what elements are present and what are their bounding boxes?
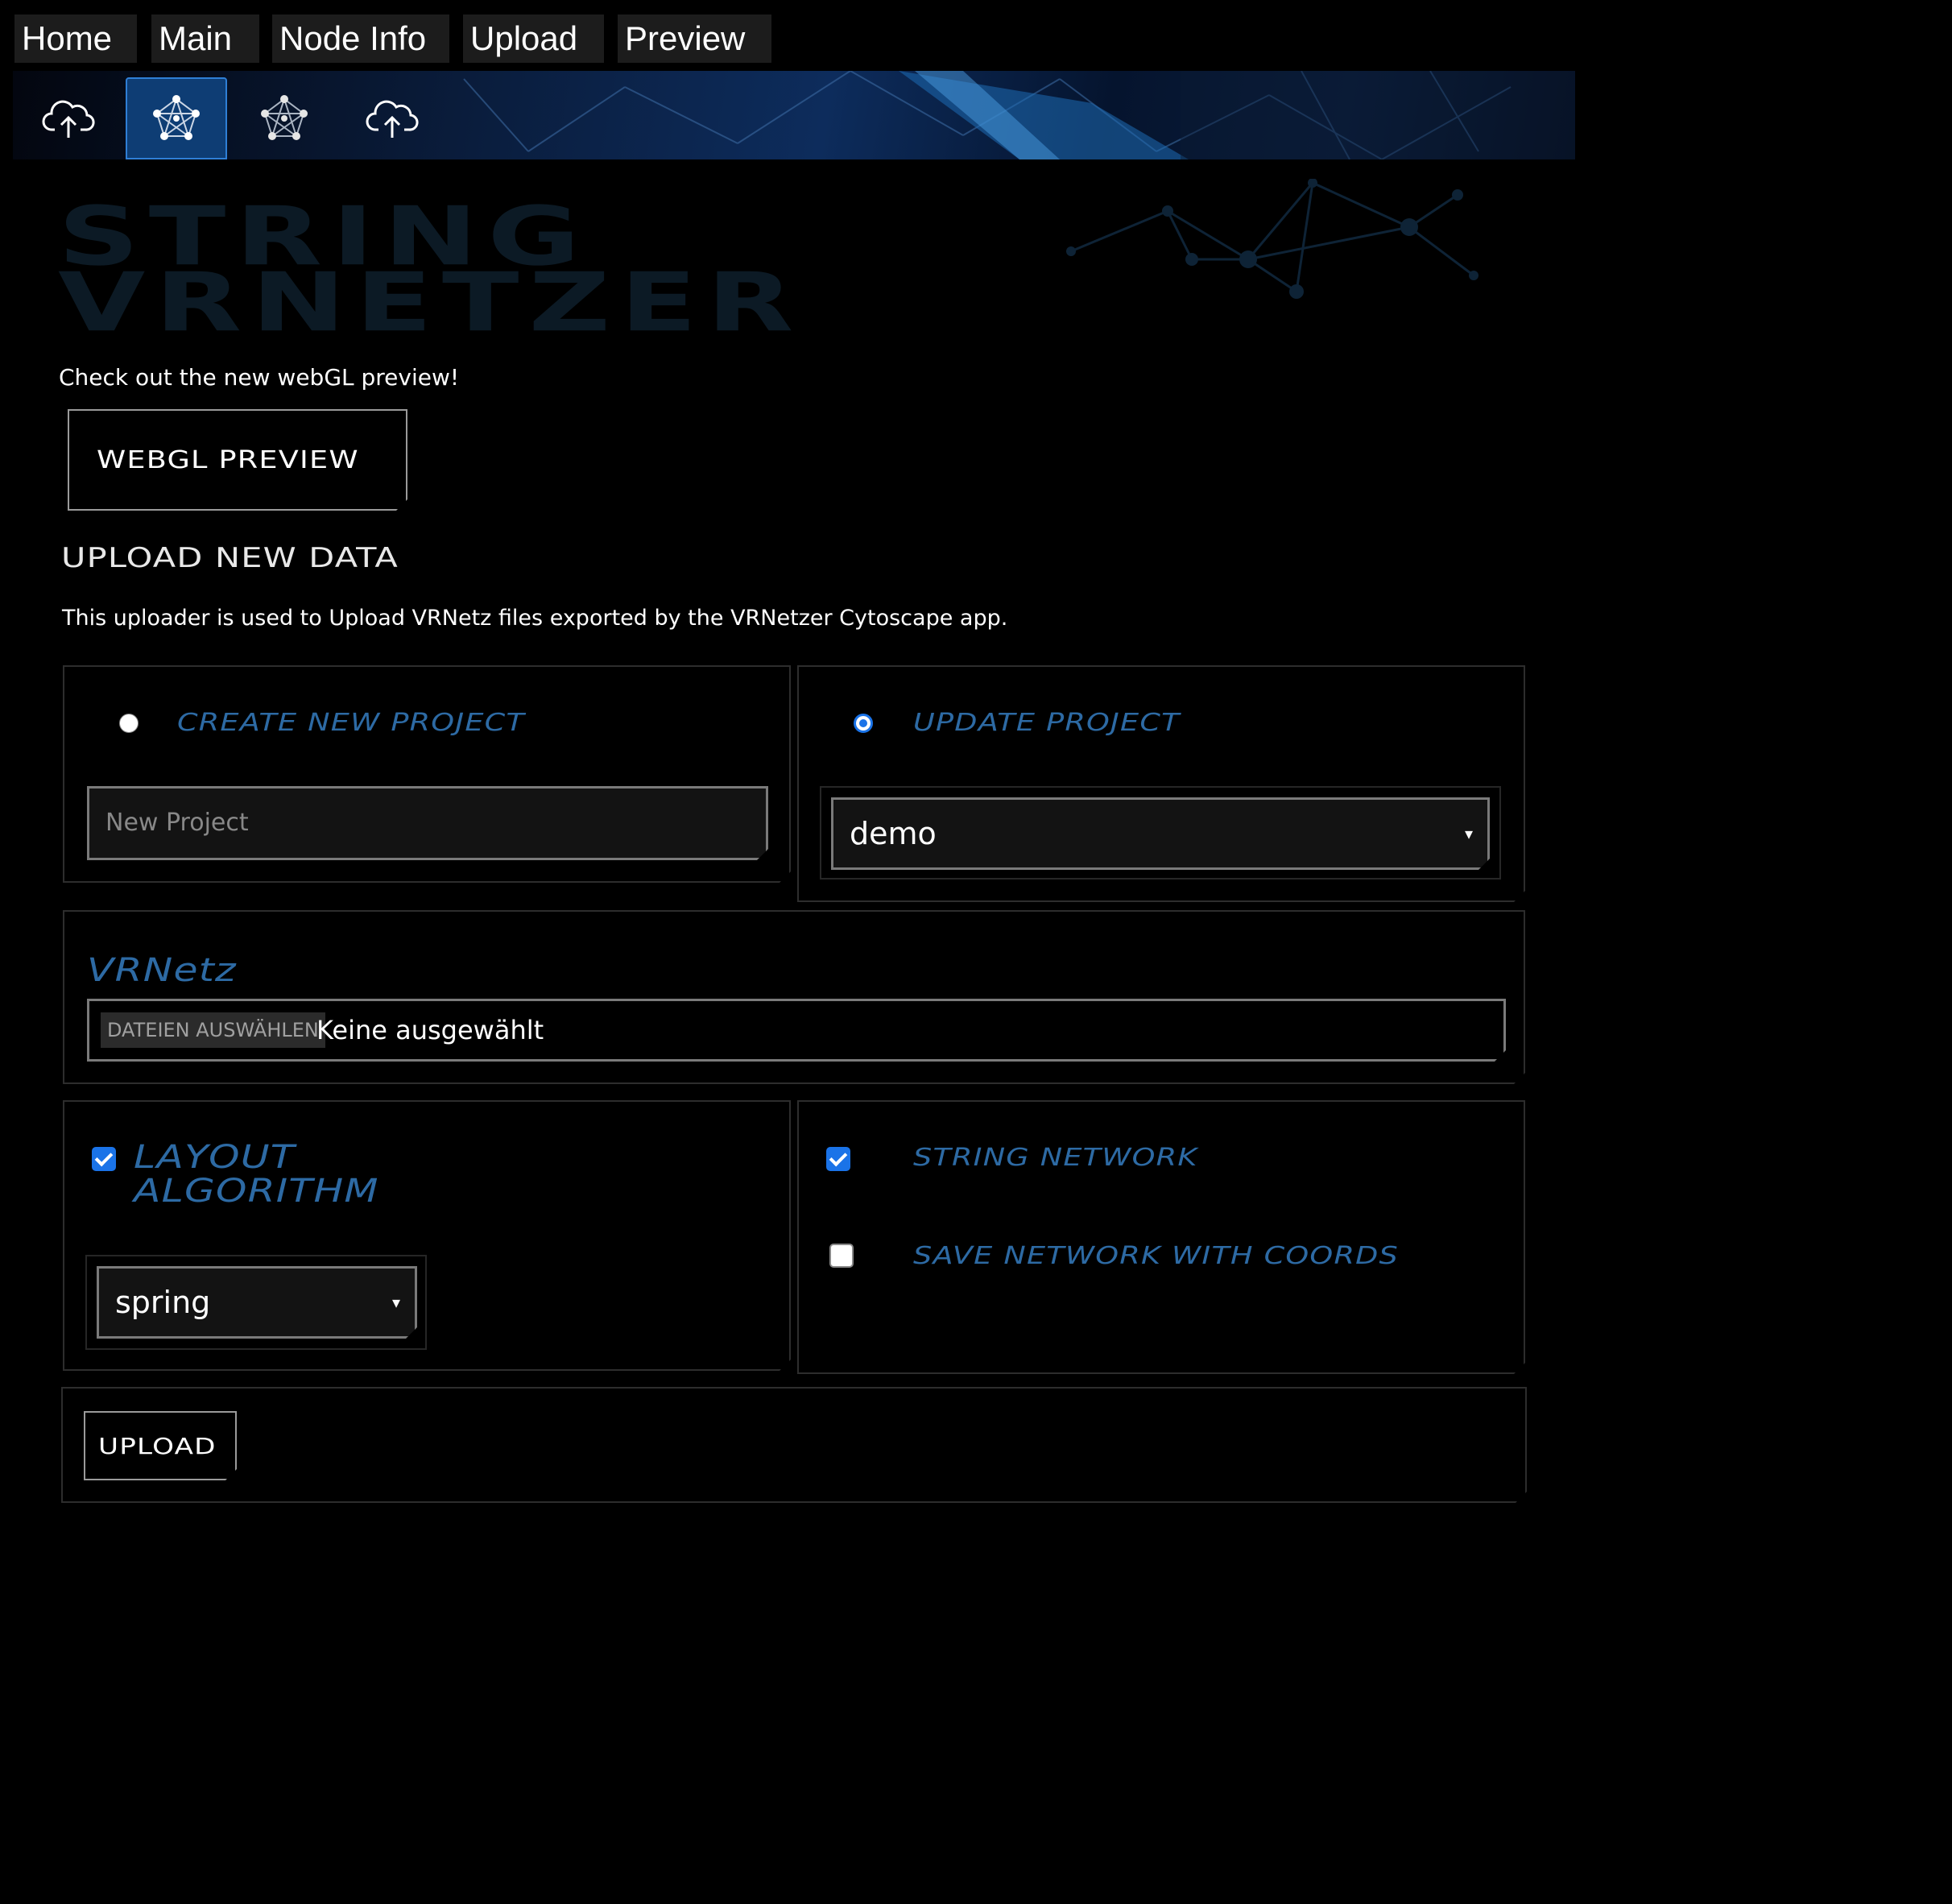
update-project-panel: UPDATE PROJECT demo ▾ <box>797 665 1525 902</box>
page-title-line2: VRNETZER <box>58 255 804 350</box>
upload-description: This uploader is used to Upload VRNetz f… <box>62 606 1008 631</box>
string-network-checkbox[interactable] <box>826 1147 850 1171</box>
upload-heading: UPLOAD NEW DATA <box>61 542 399 574</box>
vrnetz-file-input[interactable]: DATEIEN AUSWÄHLEN Keine ausgewählt <box>87 999 1506 1062</box>
layout-algorithm-label: LAYOUT ALGORITHM <box>134 1139 379 1210</box>
upload-button[interactable]: UPLOAD <box>84 1411 237 1480</box>
nav-tab-preview[interactable]: Preview <box>618 14 771 63</box>
vrnetz-panel: VRNetz DATEIEN AUSWÄHLEN Keine ausgewähl… <box>63 910 1525 1084</box>
nav-tab-node-info[interactable]: Node Info <box>272 14 449 63</box>
update-project-label: UPDATE PROJECT <box>913 709 1181 737</box>
network-icon <box>153 95 200 140</box>
cloud-upload-icon <box>366 100 419 138</box>
file-status: Keine ausgewählt <box>316 1015 544 1045</box>
update-project-radio[interactable] <box>854 714 873 733</box>
network-button[interactable] <box>126 77 227 159</box>
icon-toolbar <box>13 71 1575 159</box>
layout-algorithm-checkbox[interactable] <box>92 1147 116 1171</box>
network-options-panel: STRING NETWORK SAVE NETWORK WITH COORDS <box>797 1100 1525 1374</box>
cloud-upload-button[interactable] <box>18 77 119 159</box>
save-coords-checkbox[interactable] <box>829 1244 854 1268</box>
save-coords-label: SAVE NETWORK WITH COORDS <box>913 1242 1399 1270</box>
chevron-down-icon: ▾ <box>391 1293 400 1312</box>
nav-tab-home[interactable]: Home <box>14 14 137 63</box>
cloud-upload-button[interactable] <box>341 77 443 159</box>
new-project-input[interactable]: New Project <box>87 786 768 860</box>
project-select[interactable]: demo ▾ <box>831 797 1490 870</box>
string-network-label: STRING NETWORK <box>913 1144 1198 1172</box>
vrnetz-label: VRNetz <box>87 952 237 989</box>
create-project-label: CREATE NEW PROJECT <box>177 709 526 737</box>
create-project-panel: CREATE NEW PROJECT New Project <box>63 665 791 883</box>
cloud-upload-icon <box>42 100 95 138</box>
nav-tab-upload[interactable]: Upload <box>463 14 604 63</box>
project-select-value: demo <box>850 816 937 851</box>
submit-panel: UPLOAD <box>61 1387 1527 1503</box>
network-button[interactable] <box>234 77 335 159</box>
upload-button-label: UPLOAD <box>98 1432 217 1459</box>
nav-tab-main[interactable]: Main <box>151 14 259 63</box>
layout-select-value: spring <box>115 1285 211 1320</box>
create-project-radio[interactable] <box>119 714 139 733</box>
preview-note: Check out the new webGL preview! <box>59 364 460 391</box>
webgl-preview-button[interactable]: WEBGL PREVIEW <box>68 409 407 511</box>
layout-algorithm-panel: LAYOUT ALGORITHM spring ▾ <box>63 1100 791 1371</box>
layout-select[interactable]: spring ▾ <box>97 1266 417 1339</box>
choose-files-button[interactable]: DATEIEN AUSWÄHLEN <box>101 1012 325 1048</box>
title-network-graphic <box>1066 179 1478 299</box>
chevron-down-icon: ▾ <box>1464 824 1473 843</box>
network-icon <box>261 95 308 140</box>
webgl-preview-label: WEBGL PREVIEW <box>97 445 359 474</box>
